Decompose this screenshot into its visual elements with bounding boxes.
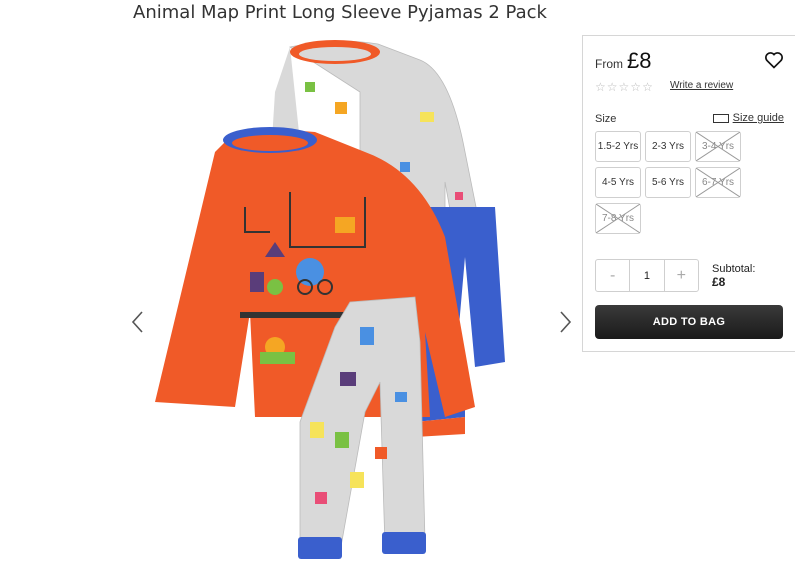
subtotal-value: £8 — [712, 275, 726, 289]
size-option-label: 2-3 Yrs — [651, 141, 685, 152]
unavailable-cross-icon — [596, 204, 640, 233]
purchase-panel: From £8 ☆ ☆ ☆ ☆ ☆ Write a review Size Siz… — [582, 35, 795, 352]
size-option-1-5-2[interactable]: 1.5-2 Yrs — [595, 131, 641, 162]
rating-stars: ☆ ☆ ☆ ☆ ☆ — [595, 81, 653, 93]
price: £8 — [627, 48, 652, 73]
quantity-decrease-button[interactable]: - — [596, 260, 629, 291]
star-icon: ☆ — [642, 80, 653, 94]
product-title: Animal Map Print Long Sleeve Pyjamas 2 P… — [133, 2, 547, 23]
size-option-2-3[interactable]: 2-3 Yrs — [645, 131, 691, 162]
write-review-link[interactable]: Write a review — [670, 80, 733, 91]
wishlist-button[interactable] — [764, 50, 784, 70]
heart-icon — [765, 52, 783, 69]
size-guide-link[interactable]: Size guide — [712, 112, 784, 124]
size-option-label: 1.5-2 Yrs — [597, 141, 639, 152]
ruler-icon — [712, 113, 729, 123]
size-guide-label: Size guide — [732, 112, 784, 124]
star-icon: ☆ — [618, 80, 630, 94]
unavailable-cross-icon — [696, 168, 740, 197]
size-option-7-8-unavailable[interactable]: 7-8 Yrs — [595, 203, 641, 234]
quantity-increase-button[interactable]: + — [665, 260, 698, 291]
star-icon: ☆ — [606, 80, 618, 94]
product-image — [120, 32, 585, 580]
add-to-bag-button[interactable]: ADD TO BAG — [595, 305, 783, 339]
quantity-input[interactable]: 1 — [629, 260, 665, 291]
size-label: Size — [595, 113, 617, 125]
size-options: 1.5-2 Yrs 2-3 Yrs 3-4 Yrs 4-5 Yrs 5-6 Yr… — [595, 131, 755, 234]
quantity-stepper: - 1 + — [595, 259, 699, 292]
size-option-label: 4-5 Yrs — [601, 177, 635, 188]
subtotal: Subtotal: £8 — [712, 263, 755, 290]
star-icon: ☆ — [595, 80, 606, 94]
size-option-5-6[interactable]: 5-6 Yrs — [645, 167, 691, 198]
size-option-3-4-unavailable[interactable]: 3-4 Yrs — [695, 131, 741, 162]
price-row: From £8 — [595, 48, 651, 74]
unavailable-cross-icon — [696, 132, 740, 161]
from-label: From — [595, 57, 623, 71]
size-option-4-5[interactable]: 4-5 Yrs — [595, 167, 641, 198]
size-option-label: 5-6 Yrs — [651, 177, 685, 188]
star-icon: ☆ — [630, 80, 642, 94]
size-option-6-7-unavailable[interactable]: 6-7 Yrs — [695, 167, 741, 198]
